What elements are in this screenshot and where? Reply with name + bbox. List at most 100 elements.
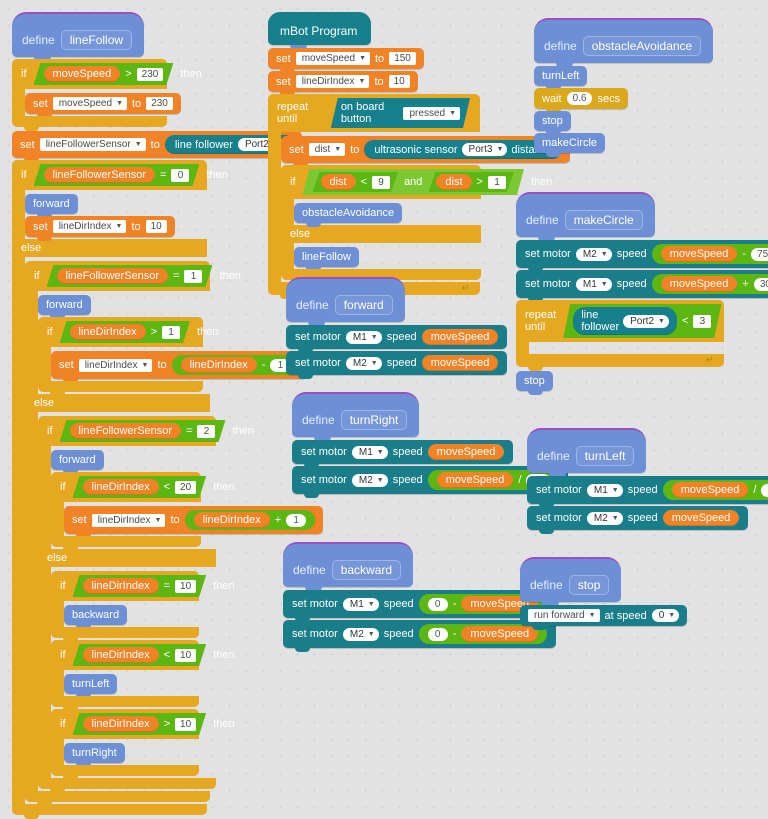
define-hat-turnLeft[interactable]: define turnLeft — [527, 428, 647, 478]
if-substack[interactable]: forward set lineDirIndex ▼ to 10 — [25, 190, 175, 241]
operand-value[interactable]: 30 — [753, 277, 768, 291]
operand-value[interactable]: 9 — [372, 176, 390, 189]
set-motor-m2-block[interactable]: set motor M2 ▼ speed moveSpeed - 75 — [516, 240, 768, 272]
operand-value[interactable]: 20 — [175, 481, 196, 494]
else-substack[interactable]: if lineFollowerSensor = 1 then forward i… — [25, 257, 324, 806]
script-makeCircle[interactable]: define makeCircle set motor M2 ▼ speed m… — [516, 192, 768, 395]
operand-value[interactable]: 1 — [184, 270, 202, 283]
repeat-substack-empty[interactable] — [529, 342, 714, 354]
motor-dropdown-M1[interactable]: M1 ▼ — [575, 277, 612, 291]
if-header[interactable]: if lineDirIndex > 10 then — [51, 709, 235, 739]
if-header[interactable]: if lineDirIndex > 1 then — [38, 317, 218, 347]
less-than-operator[interactable]: dist < 9 — [313, 172, 399, 192]
else-substack[interactable]: if lineFollowerSensor = 2 then forward i… — [38, 412, 324, 793]
variable-moveSpeed[interactable]: moveSpeed — [427, 444, 505, 460]
wait-block[interactable]: wait 0.6 secs — [534, 88, 629, 113]
variable-lineDirIndex[interactable]: lineDirIndex — [83, 578, 159, 594]
else-label[interactable]: else — [38, 549, 216, 567]
if-index-eq10-block[interactable]: if lineDirIndex = 10 then backward — [51, 571, 235, 642]
call-obstacleAvoidance-block[interactable]: obstacleAvoidance — [294, 203, 403, 227]
repeat-until-linefollower-block[interactable]: repeat until line follower Port2 ▼ < 3 ↵ — [516, 300, 724, 371]
if-substack[interactable]: forward if lineDirIndex > 1 then set lin… — [38, 291, 308, 396]
repeat-header[interactable]: repeat until line follower Port2 ▼ < 3 — [516, 300, 724, 342]
variable-lineDirIndex[interactable]: lineDirIndex — [193, 512, 270, 528]
add-operator[interactable]: moveSpeed + 30 — [651, 274, 768, 294]
operand-zero[interactable]: 0 — [427, 627, 448, 641]
operand-zero[interactable]: 0 — [427, 597, 448, 611]
button-state-dropdown[interactable]: pressed ▼ — [403, 107, 460, 120]
motor-dropdown-M1[interactable]: M1 ▼ — [342, 597, 379, 611]
set-dist-block[interactable]: set dist ▼ to ultrasonic sensor Port3 ▼ — [281, 136, 571, 167]
set-sensor-variable-block[interactable]: set lineFollowerSensor ▼ to line followe… — [12, 131, 302, 162]
on-board-button-sensor[interactable]: on board button pressed ▼ — [331, 98, 470, 128]
variable-lineDirIndex[interactable]: lineDirIndex — [83, 479, 159, 495]
motor-dropdown-M2[interactable]: M2 ▼ — [575, 247, 612, 261]
wait-seconds-input[interactable]: 0.6 — [566, 92, 593, 105]
if-sensor-1-block[interactable]: if lineFollowerSensor = 1 then forward i… — [25, 261, 324, 806]
define-hat-lineFollow[interactable]: define lineFollow — [12, 12, 145, 62]
if-index-lt20-block[interactable]: if lineDirIndex < 20 then set lineDirInd… — [51, 472, 324, 551]
script-backward[interactable]: define backward set motor M1 ▼ speed 0 -… — [283, 542, 557, 652]
script-stop[interactable]: define stop run forward ▼ at speed 0 ▼ — [520, 557, 688, 630]
variable-moveSpeed[interactable]: moveSpeed — [662, 510, 740, 526]
variable-lineFollowerSensor[interactable]: lineFollowerSensor — [57, 268, 169, 284]
less-than-operator[interactable]: line follower Port2 ▼ < 3 — [563, 304, 721, 338]
script-obstacleAvoidance[interactable]: define obstacleAvoidance turnLeft wait 0… — [534, 18, 714, 157]
if-index-gt10-block[interactable]: if lineDirIndex > 10 then turnRight — [51, 709, 235, 780]
if-substack[interactable]: turnLeft — [64, 670, 184, 698]
define-hat-makeCircle[interactable]: define makeCircle — [516, 192, 655, 242]
subtract-operator[interactable]: lineDirIndex - 1 — [171, 355, 300, 375]
equals-operator[interactable]: lineDirIndex = 10 — [73, 575, 207, 597]
set-variable-block[interactable]: set moveSpeed ▼ to 230 — [25, 93, 181, 118]
subtract-operator[interactable]: 0 - moveSpeed — [418, 624, 548, 644]
direction-dropdown[interactable]: run forward ▼ — [528, 609, 600, 622]
if-header[interactable]: if lineFollowerSensor = 1 then — [25, 261, 241, 291]
variable-dist[interactable]: dist — [321, 174, 356, 190]
motor-dropdown-M2[interactable]: M2 ▼ — [345, 356, 382, 370]
if-header[interactable]: if lineDirIndex = 10 then — [51, 571, 235, 601]
if-substack[interactable]: backward — [64, 601, 184, 629]
if-substack[interactable]: turnRight — [64, 739, 184, 767]
blocks-canvas[interactable]: define lineFollow if moveSpeed > 230 the… — [0, 0, 768, 819]
call-backward-block[interactable]: backward — [64, 605, 128, 629]
operand-value[interactable]: 2 — [197, 425, 215, 438]
set-motor-m1-block[interactable]: set motor M1 ▼ speed moveSpeed — [292, 440, 514, 468]
variable-moveSpeed[interactable]: moveSpeed — [671, 482, 749, 498]
ultrasonic-sensor-reporter[interactable]: ultrasonic sensor Port3 ▼ distance — [364, 140, 563, 159]
set-lineDirIndex-block[interactable]: set lineDirIndex ▼ to 10 — [25, 216, 175, 241]
port-dropdown[interactable]: Port2 ▼ — [623, 315, 669, 328]
set-value[interactable]: 10 — [388, 75, 410, 88]
else-label[interactable]: else — [281, 225, 481, 243]
operand-value[interactable]: 10 — [175, 718, 196, 731]
set-index-minus-block[interactable]: set lineDirIndex ▼ to lineDirIndex - 1 — [51, 351, 308, 383]
if-header[interactable]: if lineFollowerSensor = 2 then — [38, 416, 254, 446]
variable-dropdown-moveSpeed[interactable]: moveSpeed ▼ — [52, 97, 127, 110]
set-value[interactable]: 10 — [145, 220, 167, 233]
if-substack[interactable]: set lineDirIndex ▼ to lineDirIndex - 1 — [51, 347, 308, 383]
operand-value[interactable]: 10 — [761, 483, 768, 497]
call-lineFollow-block[interactable]: lineFollow — [294, 247, 359, 271]
add-operator[interactable]: lineDirIndex + 1 — [184, 510, 316, 530]
if-substack[interactable]: forward if lineDirIndex < 20 then set li… — [51, 446, 324, 551]
if-block-speed-cap[interactable]: if moveSpeed > 230 then set moveSpeed ▼ — [12, 59, 202, 131]
set-index-plus-block[interactable]: set lineDirIndex ▼ to lineDirIndex + 1 — [64, 506, 324, 538]
variable-lineDirIndex[interactable]: lineDirIndex — [83, 647, 159, 663]
define-hat-stop[interactable]: define stop — [520, 557, 622, 607]
call-forward-block[interactable]: forward — [38, 295, 91, 319]
variable-dropdown-lineFollowerSensor[interactable]: lineFollowerSensor ▼ — [39, 138, 146, 151]
variable-dropdown-moveSpeed[interactable]: moveSpeed ▼ — [295, 52, 370, 65]
call-stop-block[interactable]: stop — [516, 371, 553, 395]
call-stop-block[interactable]: stop — [534, 111, 571, 135]
if-substack[interactable]: set moveSpeed ▼ to 230 — [25, 89, 181, 118]
call-turnRight-block[interactable]: turnRight — [64, 743, 125, 767]
set-value[interactable]: 230 — [146, 97, 173, 110]
subtract-operator[interactable]: moveSpeed - 75 — [651, 244, 768, 264]
else-label[interactable]: else — [25, 394, 210, 412]
if-header[interactable]: if lineDirIndex < 20 then — [51, 472, 235, 502]
greater-than-operator[interactable]: dist > 1 — [428, 172, 514, 192]
greater-than-operator[interactable]: moveSpeed > 230 — [34, 63, 174, 85]
variable-moveSpeed[interactable]: moveSpeed — [660, 246, 738, 262]
variable-lineFollowerSensor[interactable]: lineFollowerSensor — [70, 423, 182, 439]
less-than-operator[interactable]: lineDirIndex < 20 — [73, 476, 207, 498]
motor-dropdown-M1[interactable]: M1 ▼ — [351, 445, 388, 459]
